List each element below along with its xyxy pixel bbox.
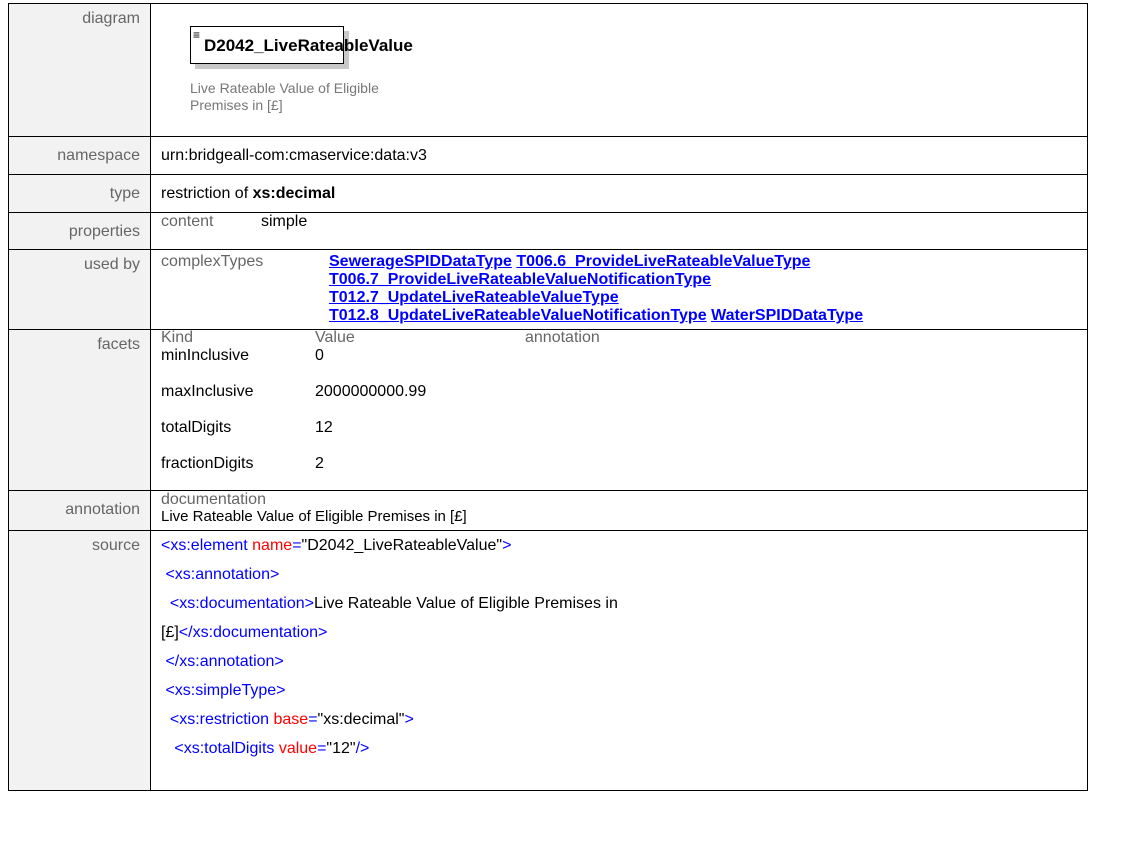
element-doc-note: Live Rateable Value of Eligible Premises… (190, 80, 379, 114)
source-token: name (252, 537, 293, 554)
source-line: </xs:annotation> (161, 647, 1087, 676)
row-label: diagram (8, 3, 151, 137)
facets-row: facets Kind Value annotation minInclusiv… (8, 329, 1088, 491)
source-token: > (404, 711, 414, 728)
annotation-cell: documentation Live Rateable Value of Eli… (150, 490, 1088, 531)
source-token (161, 740, 174, 757)
source-token: > (502, 537, 512, 554)
source-token: value (278, 740, 318, 757)
namespace-value: urn:bridgeall-com:cmaservice:data:v3 (150, 136, 1088, 175)
source-token: <xs:annotation> (165, 566, 280, 583)
type-link[interactable]: T012.8_UpdateLiveRateableValueNotificati… (329, 307, 707, 324)
row-label: source (8, 530, 151, 791)
annotation-text: Live Rateable Value of Eligible Premises… (161, 508, 467, 525)
source-line: <xs:restriction base="xs:decimal"> (161, 705, 1087, 734)
type-link[interactable]: WaterSPIDDataType (711, 307, 863, 324)
source-token: <xs:totalDigits (174, 740, 279, 757)
source-line: <xs:annotation> (161, 560, 1087, 589)
facet-kind: fractionDigits (161, 455, 254, 472)
facet-value: 2 (315, 455, 324, 472)
row-label: namespace (8, 136, 151, 175)
element-box[interactable]: ≡ D2042_LiveRateableValue (190, 26, 413, 64)
facet-kind: maxInclusive (161, 383, 254, 400)
source-token: Live Rateable Value of Eligible Premises… (313, 595, 618, 612)
facet-header: Kind (161, 329, 194, 346)
source-token: <xs:element (161, 537, 253, 554)
facet-value: 2000000000.99 (315, 383, 427, 400)
source-token: /> (355, 740, 370, 757)
facet-kind: totalDigits (161, 419, 232, 436)
annotation-row: annotation documentation Live Rateable V… (8, 490, 1088, 531)
facet-kind: minInclusive (161, 347, 250, 364)
namespace-row: namespace urn:bridgeall-com:cmaservice:d… (8, 136, 1088, 175)
source-token: base (273, 711, 309, 728)
source-token: = (292, 537, 302, 554)
source-line: <xs:totalDigits value="12"/> (161, 734, 1087, 763)
element-doc-table: diagram ≡ D2042_LiveRateableValue Live R… (8, 3, 1088, 791)
row-label: properties (8, 212, 151, 250)
type-link[interactable]: T006.6_ProvideLiveRateableValueType (516, 253, 810, 270)
properties-cell: content simple (150, 212, 1088, 250)
source-token: "xs:decimal" (317, 711, 405, 728)
source-token: = (308, 711, 318, 728)
facet-header: Value (315, 329, 355, 346)
row-label: facets (8, 329, 151, 491)
type-link[interactable]: T012.7_UpdateLiveRateableValueType (329, 289, 619, 306)
source-token: <xs:simpleType> (165, 682, 286, 699)
source-token (161, 711, 170, 728)
property-key: content (161, 213, 214, 230)
facets-cell: Kind Value annotation minInclusive 0 max… (150, 329, 1088, 491)
type-prefix: restriction of (161, 185, 253, 202)
type-value: restriction of xs:decimal (150, 174, 1088, 213)
source-row: source <xs:element name="D2042_LiveRatea… (8, 530, 1088, 791)
source-token: [£] (161, 624, 179, 641)
type-link[interactable]: SewerageSPIDDataType (329, 253, 512, 270)
used-by-links: SewerageSPIDDataType T006.6_ProvideLiveR… (329, 253, 863, 325)
row-label: type (8, 174, 151, 213)
used-by-key: complexTypes (161, 253, 264, 270)
source-line: [£]</xs:documentation> (161, 618, 1087, 647)
type-link[interactable]: T006.7_ProvideLiveRateableValueNotificat… (329, 271, 711, 288)
element-lines-icon: ≡ (193, 28, 201, 42)
used-by-row: used by complexTypes SewerageSPIDDataTyp… (8, 249, 1088, 330)
facet-value: 12 (315, 419, 333, 436)
property-value: simple (261, 213, 308, 230)
source-token: "12" (326, 740, 356, 757)
element-name: D2042_LiveRateableValue (204, 36, 413, 55)
source-line: <xs:documentation>Live Rateable Value of… (161, 589, 1087, 618)
properties-row: properties content simple (8, 212, 1088, 250)
source-token: <xs:restriction (169, 711, 274, 728)
source-line: <xs:simpleType> (161, 676, 1087, 705)
row-label: used by (8, 249, 151, 330)
used-by-cell: complexTypes SewerageSPIDDataType T006.6… (150, 249, 1088, 330)
doc-line: Live Rateable Value of Eligible (190, 80, 379, 96)
facet-value: 0 (315, 347, 324, 364)
source-token: </xs:documentation> (178, 624, 328, 641)
source-token: "D2042_LiveRateableValue" (301, 537, 503, 554)
row-label: annotation (8, 490, 151, 531)
doc-line: Premises in [£] (190, 97, 283, 113)
type-row: type restriction of xs:decimal (8, 174, 1088, 213)
source-line: <xs:element name="D2042_LiveRateableValu… (161, 531, 1087, 560)
diagram-row: diagram ≡ D2042_LiveRateableValue Live R… (8, 3, 1088, 137)
annotation-key: documentation (161, 491, 266, 508)
type-base: xs:decimal (252, 185, 336, 202)
schema-doc-page: diagram ≡ D2042_LiveRateableValue Live R… (0, 0, 1140, 857)
source-code: <xs:element name="D2042_LiveRateableValu… (150, 530, 1088, 791)
source-token (161, 595, 170, 612)
diagram-cell: ≡ D2042_LiveRateableValue Live Rateable … (150, 3, 1088, 137)
facet-header: annotation (525, 329, 600, 346)
source-token: <xs:documentation> (169, 595, 314, 612)
source-token: </xs:annotation> (165, 653, 284, 670)
